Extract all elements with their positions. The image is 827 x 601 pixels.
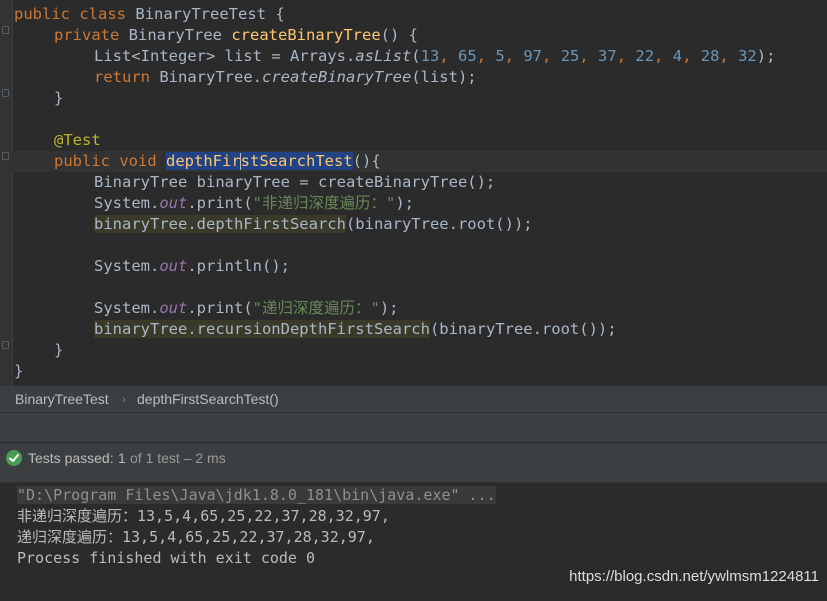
code-line: private BinaryTree createBinaryTree() { [54, 26, 418, 44]
chevron-right-icon: › [122, 392, 126, 406]
editor-gutter [0, 0, 13, 386]
code-line: System.out.print("递归深度遍历："); [94, 299, 399, 317]
code-line: System.out.print("非递归深度遍历："); [94, 194, 414, 212]
code-line-current: public void depthFirstSearchTest(){ [12, 151, 827, 172]
code-line: binaryTree.depthFirstSearch(binaryTree.r… [94, 215, 533, 233]
code-line: BinaryTree binaryTree = createBinaryTree… [94, 173, 496, 191]
console-finish-line: Process finished with exit code 0 [17, 549, 316, 567]
check-circle-icon [6, 450, 22, 466]
tests-passed-count: 1 [118, 450, 126, 466]
tests-duration: of 1 test – 2 ms [130, 450, 226, 466]
fold-marker-icon[interactable] [2, 341, 9, 349]
breadcrumb-method[interactable]: depthFirstSearchTest() [137, 386, 279, 412]
watermark: https://blog.csdn.net/ywlmsm1224811 [569, 568, 819, 585]
code-line: return BinaryTree.createBinaryTree(list)… [94, 68, 477, 86]
code-line: binaryTree.recursionDepthFirstSearch(bin… [94, 320, 617, 338]
code-line: @Test [54, 131, 101, 149]
breadcrumb: BinaryTreeTest › depthFirstSearchTest() [0, 386, 827, 412]
code-line: } [54, 89, 64, 107]
fold-marker-icon[interactable] [2, 26, 9, 34]
fold-marker-icon[interactable] [2, 89, 9, 97]
console-output-line: 递归深度遍历：13,5,4,65,25,22,37,28,32,97, [17, 528, 375, 546]
code-line: System.out.println(); [94, 257, 290, 275]
code-editor[interactable]: public class BinaryTreeTest { private Bi… [0, 0, 827, 386]
panel-divider [0, 412, 827, 443]
console-command[interactable]: "D:\Program Files\Java\jdk1.8.0_181\bin\… [17, 485, 496, 506]
console-output-line: 非递归深度遍历：13,5,4,65,25,22,37,28,32,97, [17, 507, 390, 525]
fold-marker-icon[interactable] [2, 152, 9, 160]
code-line: public class BinaryTreeTest { [14, 5, 285, 23]
test-status-bar: Tests passed: 1 of 1 test – 2 ms [0, 442, 827, 483]
tests-passed-label: Tests passed: [28, 450, 114, 466]
code-line: } [14, 362, 24, 380]
code-line: List<Integer> list = Arrays.asList(13, 6… [94, 47, 776, 65]
code-line: } [54, 341, 64, 359]
breadcrumb-class[interactable]: BinaryTreeTest [15, 386, 109, 412]
